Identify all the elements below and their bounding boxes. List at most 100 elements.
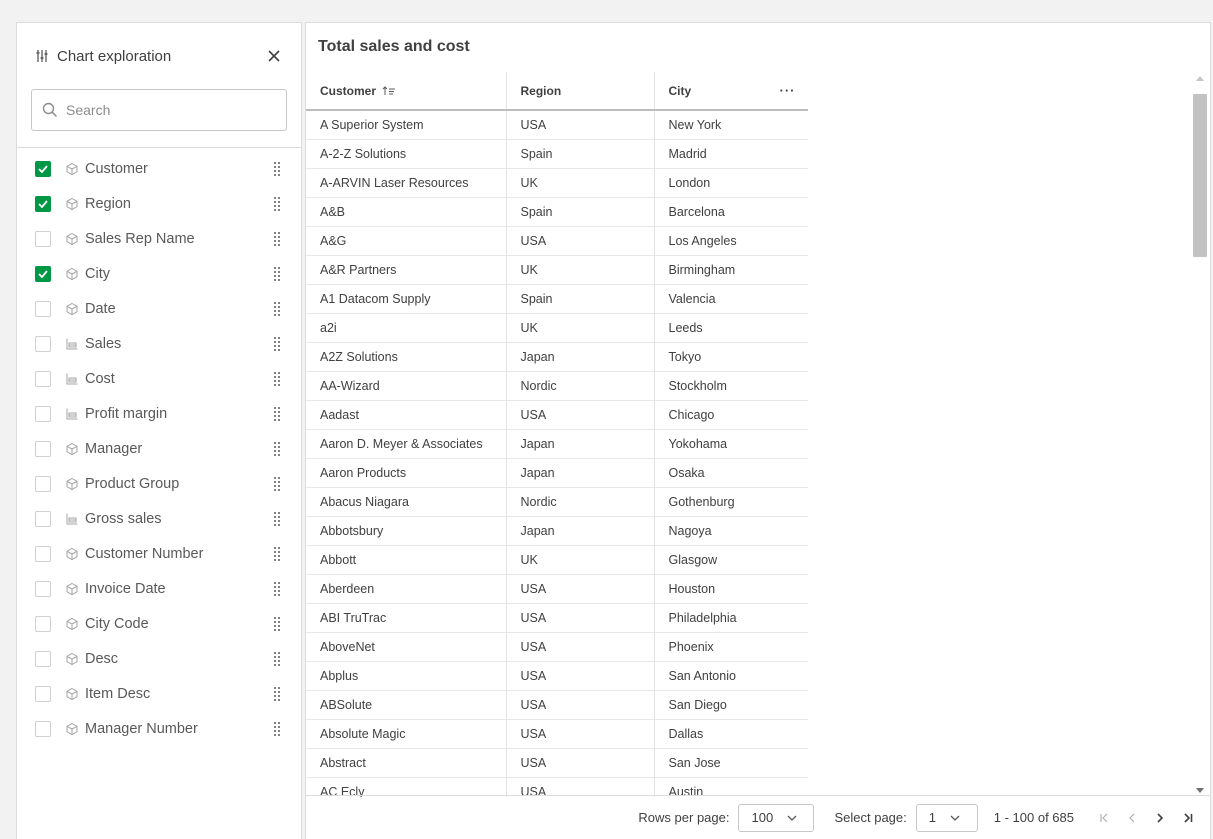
table-cell[interactable]: AboveNet: [306, 632, 507, 662]
drag-handle-icon[interactable]: [273, 336, 283, 352]
table-cell[interactable]: A-2-Z Solutions: [306, 139, 507, 169]
table-cell[interactable]: UK: [506, 545, 655, 575]
table-cell[interactable]: Chicago: [654, 400, 808, 430]
drag-handle-icon[interactable]: [273, 231, 283, 247]
drag-handle-icon[interactable]: [273, 196, 283, 212]
table-cell[interactable]: Aaron D. Meyer & Associates: [306, 429, 507, 459]
first-page-button[interactable]: [1092, 806, 1116, 830]
table-cell[interactable]: USA: [506, 226, 655, 256]
field-checkbox[interactable]: [35, 440, 51, 457]
table-cell[interactable]: Abstract: [306, 748, 507, 778]
table-cell[interactable]: Nordic: [506, 371, 655, 401]
field-checkbox[interactable]: [35, 545, 51, 562]
table-cell[interactable]: A&B: [306, 197, 507, 227]
field-checkbox[interactable]: [35, 650, 51, 667]
table-cell[interactable]: Spain: [506, 139, 655, 169]
column-header-city[interactable]: City ···: [654, 72, 808, 111]
scrollbar-thumb[interactable]: [1193, 94, 1207, 257]
table-cell[interactable]: USA: [506, 632, 655, 662]
drag-handle-icon[interactable]: [273, 406, 283, 422]
field-checkbox[interactable]: [35, 300, 51, 317]
field-checkbox[interactable]: [35, 615, 51, 632]
table-cell[interactable]: Philadelphia: [654, 603, 808, 633]
table-cell[interactable]: London: [654, 168, 808, 198]
table-cell[interactable]: Aadast: [306, 400, 507, 430]
table-cell[interactable]: Madrid: [654, 139, 808, 169]
table-cell[interactable]: USA: [506, 574, 655, 604]
last-page-button[interactable]: [1176, 806, 1200, 830]
table-cell[interactable]: ABI TruTrac: [306, 603, 507, 633]
rows-per-page-select[interactable]: 100: [738, 803, 815, 832]
drag-handle-icon[interactable]: [273, 686, 283, 702]
table-cell[interactable]: Nordic: [506, 487, 655, 517]
field-item[interactable]: Gross sales: [17, 501, 301, 536]
field-item[interactable]: Cost: [17, 361, 301, 396]
drag-handle-icon[interactable]: [273, 371, 283, 387]
table-cell[interactable]: A2Z Solutions: [306, 342, 507, 372]
field-checkbox[interactable]: [35, 230, 51, 247]
table-cell[interactable]: Valencia: [654, 284, 808, 314]
field-item[interactable]: Date: [17, 291, 301, 326]
field-item[interactable]: Desc: [17, 641, 301, 676]
drag-handle-icon[interactable]: [273, 651, 283, 667]
field-checkbox[interactable]: [35, 510, 51, 527]
drag-handle-icon[interactable]: [273, 476, 283, 492]
field-item[interactable]: Region: [17, 186, 301, 221]
drag-handle-icon[interactable]: [273, 511, 283, 527]
table-cell[interactable]: A-ARVIN Laser Resources: [306, 168, 507, 198]
scroll-down-icon[interactable]: [1196, 788, 1204, 793]
field-item[interactable]: Item Desc: [17, 676, 301, 711]
table-cell[interactable]: San Antonio: [654, 661, 808, 691]
close-button[interactable]: [263, 45, 285, 67]
table-cell[interactable]: USA: [506, 110, 655, 140]
table-cell[interactable]: Nagoya: [654, 516, 808, 546]
field-checkbox[interactable]: [35, 265, 51, 282]
table-cell[interactable]: Dallas: [654, 719, 808, 749]
table-cell[interactable]: Phoenix: [654, 632, 808, 662]
table-cell[interactable]: USA: [506, 690, 655, 720]
table-cell[interactable]: San Diego: [654, 690, 808, 720]
field-item[interactable]: Sales Rep Name: [17, 221, 301, 256]
field-checkbox[interactable]: [35, 335, 51, 352]
table-cell[interactable]: Spain: [506, 197, 655, 227]
table-cell[interactable]: Los Angeles: [654, 226, 808, 256]
table-cell[interactable]: AC Ecly: [306, 777, 507, 797]
table-cell[interactable]: Austin: [654, 777, 808, 797]
field-checkbox[interactable]: [35, 475, 51, 492]
table-cell[interactable]: San Jose: [654, 748, 808, 778]
table-cell[interactable]: Abplus: [306, 661, 507, 691]
field-checkbox[interactable]: [35, 685, 51, 702]
table-cell[interactable]: USA: [506, 603, 655, 633]
field-item[interactable]: Customer Number: [17, 536, 301, 571]
table-cell[interactable]: Osaka: [654, 458, 808, 488]
field-item[interactable]: Sales: [17, 326, 301, 361]
table-cell[interactable]: Houston: [654, 574, 808, 604]
table-cell[interactable]: A Superior System: [306, 110, 507, 140]
field-checkbox[interactable]: [35, 580, 51, 597]
table-cell[interactable]: Aaron Products: [306, 458, 507, 488]
table-cell[interactable]: AA-Wizard: [306, 371, 507, 401]
table-cell[interactable]: Tokyo: [654, 342, 808, 372]
table-cell[interactable]: New York: [654, 110, 808, 140]
table-cell[interactable]: Japan: [506, 342, 655, 372]
table-cell[interactable]: USA: [506, 748, 655, 778]
drag-handle-icon[interactable]: [273, 546, 283, 562]
vertical-scrollbar[interactable]: [1192, 72, 1208, 797]
field-item[interactable]: City: [17, 256, 301, 291]
table-cell[interactable]: A&R Partners: [306, 255, 507, 285]
table-cell[interactable]: Glasgow: [654, 545, 808, 575]
table-cell[interactable]: Aberdeen: [306, 574, 507, 604]
field-checkbox[interactable]: [35, 370, 51, 387]
table-cell[interactable]: Gothenburg: [654, 487, 808, 517]
drag-handle-icon[interactable]: [273, 161, 283, 177]
table-cell[interactable]: Absolute Magic: [306, 719, 507, 749]
table-cell[interactable]: Birmingham: [654, 255, 808, 285]
drag-handle-icon[interactable]: [273, 616, 283, 632]
table-cell[interactable]: USA: [506, 661, 655, 691]
table-cell[interactable]: Abbott: [306, 545, 507, 575]
table-cell[interactable]: UK: [506, 168, 655, 198]
previous-page-button[interactable]: [1120, 806, 1144, 830]
field-item[interactable]: Profit margin: [17, 396, 301, 431]
table-cell[interactable]: USA: [506, 719, 655, 749]
table-cell[interactable]: Japan: [506, 516, 655, 546]
